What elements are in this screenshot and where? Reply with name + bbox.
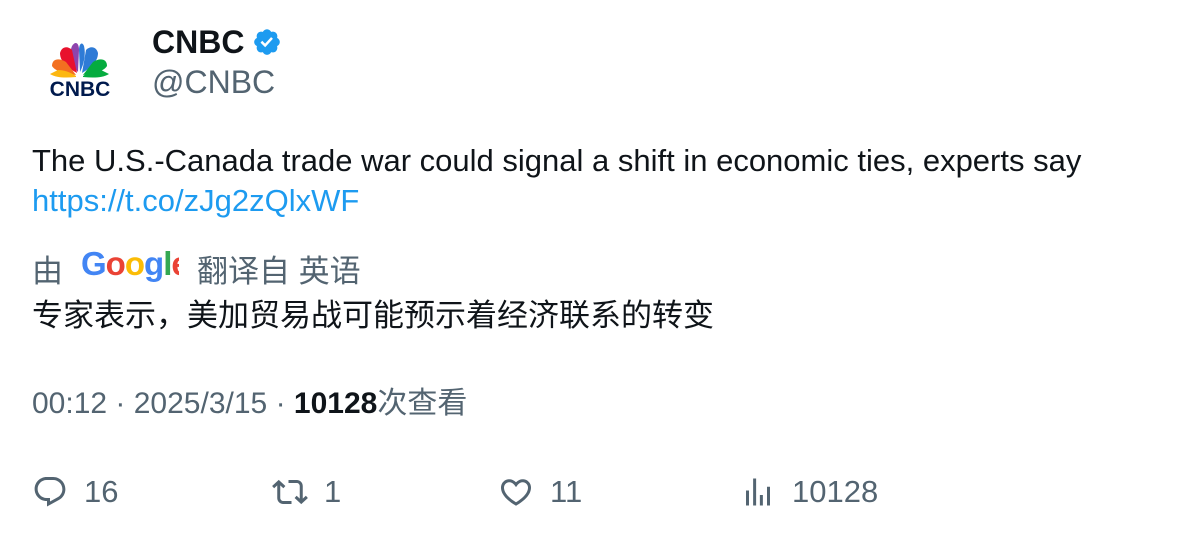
translated-text: 专家表示，美加贸易战可能预示着经济联系的转变 (32, 298, 714, 333)
retweet-button[interactable]: 1 (272, 470, 341, 514)
views-label: 次查看 (377, 387, 468, 420)
reply-icon (34, 477, 66, 507)
action-bar: 16 1 11 10128 (32, 470, 1172, 514)
like-button[interactable]: 11 (498, 470, 582, 514)
tweet-meta: 00:12 · 2025/3/15 · 10128次查看 (32, 384, 467, 424)
views-count: 10128 (293, 387, 378, 420)
cnbc-logo-text: CNBC (50, 78, 111, 101)
translation-suffix: 翻译自 英语 (197, 253, 361, 289)
views-icon (746, 478, 770, 506)
google-logo[interactable]: Google (81, 244, 190, 292)
display-name-row: CNBC (152, 22, 282, 62)
translation-prefix: 由 (32, 253, 63, 289)
retweet-icon (272, 479, 308, 505)
meta-separator: · (115, 387, 134, 420)
tweet-text: The U.S.-Canada trade war could signal a… (32, 141, 1172, 221)
cnbc-peacock-logo: CNBC (50, 43, 111, 101)
retweet-count: 1 (324, 474, 342, 509)
svg-text:Google: Google (81, 245, 179, 282)
display-name[interactable]: CNBC (152, 22, 244, 62)
meta-separator: · (275, 387, 294, 420)
verified-badge-icon[interactable] (252, 27, 282, 57)
tweet-date[interactable]: 2025/3/15 (134, 387, 267, 420)
like-count: 11 (550, 474, 583, 509)
translation-attribution: 由 Google 翻译自 英语 (32, 244, 361, 292)
tweet-time[interactable]: 00:12 (32, 387, 107, 420)
views-button[interactable]: 10128 (740, 470, 878, 514)
views-count-action: 10128 (792, 474, 879, 509)
user-handle[interactable]: @CNBC (152, 62, 275, 102)
reply-count: 16 (84, 474, 119, 509)
like-icon (500, 479, 532, 506)
avatar[interactable]: CNBC (32, 26, 128, 122)
tweet-link[interactable]: https://t.co/zJg2zQlxWF (32, 181, 1172, 221)
tweet-body: The U.S.-Canada trade war could signal a… (32, 143, 1082, 178)
reply-button[interactable]: 16 (32, 470, 118, 514)
